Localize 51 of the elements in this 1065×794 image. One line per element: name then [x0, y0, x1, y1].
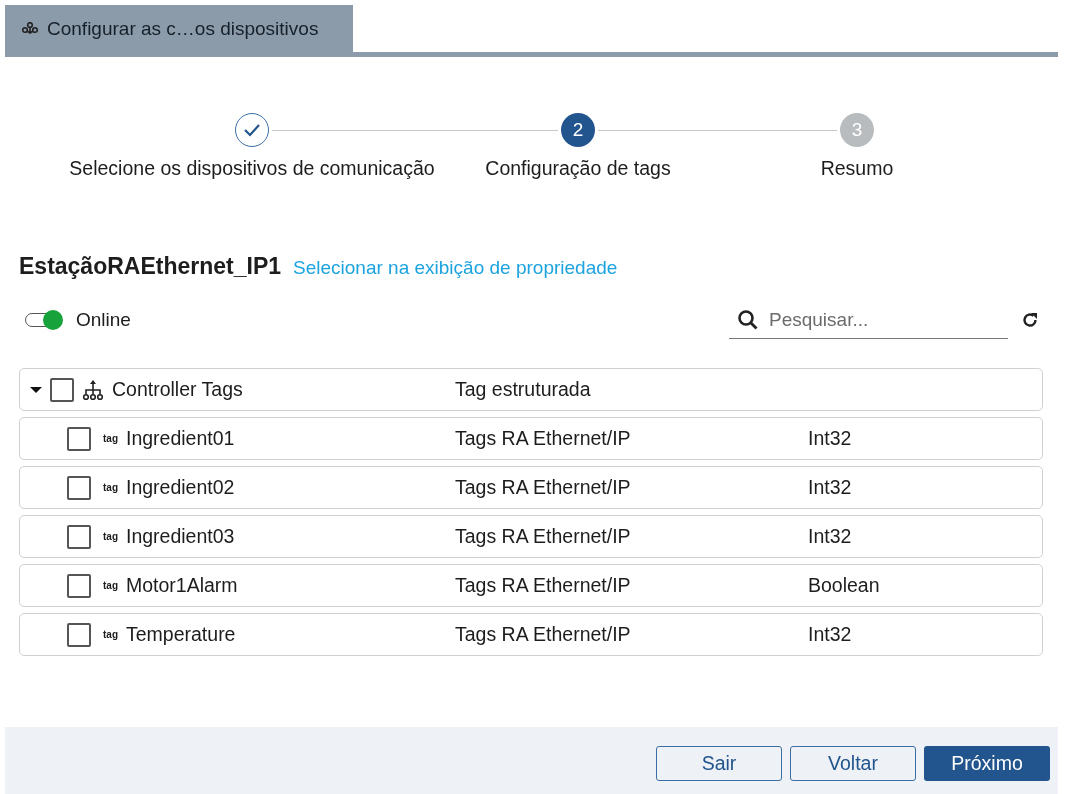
step-indicator: 2	[561, 113, 595, 147]
checkbox[interactable]	[67, 426, 91, 451]
tag-name: Ingredient01	[126, 427, 235, 450]
network-icon	[22, 21, 38, 36]
table-cell: Int32	[808, 476, 852, 498]
tree-node-label: Controller Tags	[112, 378, 243, 401]
step-label: Selecione os dispositivos de comunicação	[69, 157, 435, 180]
tag-label: tag	[103, 580, 118, 591]
tag-label: tag	[103, 531, 118, 542]
table-cell: Tags RA Ethernet/IP	[455, 623, 631, 645]
table-cell: Tag estruturada	[455, 378, 591, 400]
search-icon	[737, 308, 759, 331]
refresh-icon[interactable]	[1021, 311, 1039, 329]
step-label: Configuração de tags	[485, 157, 671, 180]
device-title: EstaçãoRAEthernet_IP1	[19, 253, 282, 280]
table-cell: Int32	[808, 525, 852, 547]
checkbox[interactable]	[67, 524, 91, 549]
table-row[interactable]: tag Motor1Alarm Tags RA Ethernet/IP Boolean	[19, 564, 1043, 607]
table-cell: Tags RA Ethernet/IP	[455, 574, 631, 596]
table-cell: Boolean	[808, 574, 880, 596]
tag-name: Motor1Alarm	[126, 574, 238, 597]
tag-label: tag	[103, 482, 118, 493]
step-label: Resumo	[820, 157, 894, 180]
table-cell: Tags RA Ethernet/IP	[455, 525, 631, 547]
table-row[interactable]: tag Ingredient03 Tags RA Ethernet/IP Int32	[19, 515, 1043, 558]
table-row[interactable]: tag Ingredient01 Tags RA Ethernet/IP Int32	[19, 417, 1043, 460]
table-row[interactable]: tag Ingredient02 Tags RA Ethernet/IP Int32	[19, 466, 1043, 509]
table-cell: Tags RA Ethernet/IP	[455, 476, 631, 498]
hierarchy-icon	[82, 378, 104, 401]
table-cell: Tags RA Ethernet/IP	[455, 427, 631, 449]
table-row[interactable]: tag Temperature Tags RA Ethernet/IP Int32	[19, 613, 1043, 656]
footer-button[interactable]: Sair	[656, 745, 782, 781]
checkbox[interactable]	[50, 377, 74, 402]
tag-name: Temperature	[126, 623, 236, 646]
table-cell: Int32	[808, 623, 852, 645]
tag-label: tag	[103, 433, 118, 444]
tag-label: tag	[103, 629, 118, 640]
tree-header-row[interactable]: Controller Tags Tag estruturada	[19, 368, 1043, 411]
table-cell: Int32	[808, 427, 852, 449]
next-button[interactable]: Próximo	[924, 745, 1050, 781]
window-title: Configurar as c…os dispositivos	[47, 17, 319, 40]
checkbox[interactable]	[67, 475, 91, 500]
checkbox[interactable]	[67, 573, 91, 598]
toggle-label: Online	[76, 309, 131, 331]
tag-name: Ingredient02	[126, 476, 235, 499]
tag-name: Ingredient03	[126, 525, 235, 548]
window-tab[interactable]: Configurar as c…os dispositivos	[5, 5, 353, 52]
footer-button[interactable]: Voltar	[790, 745, 916, 781]
step-indicator: 3	[840, 113, 874, 147]
checkbox[interactable]	[67, 622, 91, 647]
caret-icon[interactable]	[30, 385, 42, 394]
